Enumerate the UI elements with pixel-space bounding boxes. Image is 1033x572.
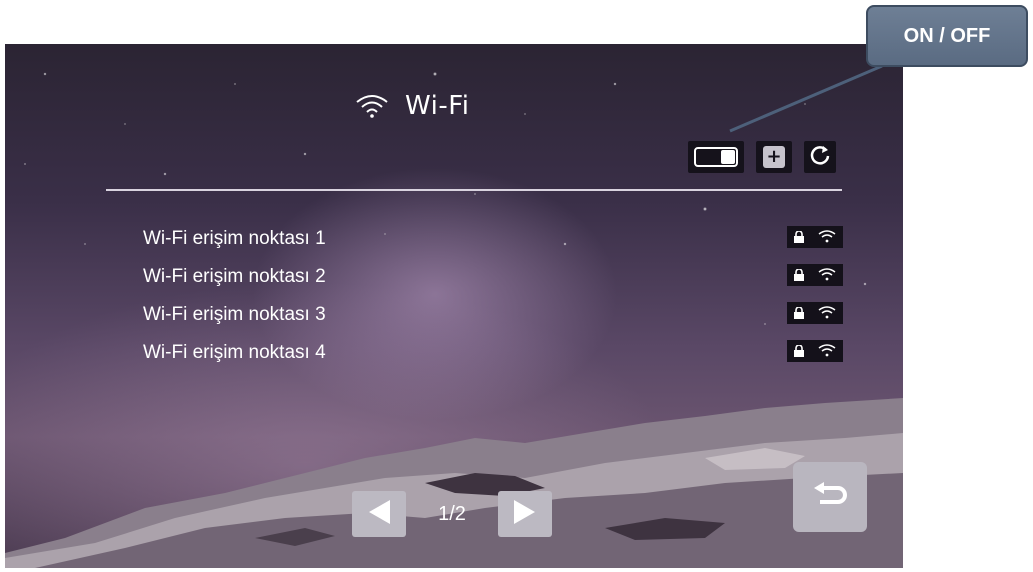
page-title: Wi-Fi (405, 91, 470, 121)
access-point-status (787, 226, 843, 248)
access-point-status (787, 340, 843, 362)
header-divider (106, 189, 842, 191)
lock-icon (794, 228, 804, 247)
on-off-callout: ON / OFF (866, 5, 1028, 67)
access-point-name: Wi-Fi erişim noktası 1 (143, 228, 326, 249)
mountain-landscape (5, 398, 903, 568)
add-network-button[interactable]: + (756, 141, 792, 173)
access-point-row[interactable]: Wi-Fi erişim noktası 2 (143, 258, 843, 296)
access-point-list: Wi-Fi erişim noktası 1 Wi-Fi erişim nokt… (143, 220, 843, 372)
device-screen: Wi-Fi + Wi-Fi erişim noktası 1 Wi-Fi eri… (5, 44, 903, 568)
wifi-controls: + (688, 141, 836, 173)
lock-icon (794, 304, 804, 323)
previous-page-button[interactable] (352, 491, 406, 537)
access-point-status (787, 264, 843, 286)
arrow-left-icon (366, 498, 392, 530)
access-point-row[interactable]: Wi-Fi erişim noktası 1 (143, 220, 843, 258)
refresh-button[interactable] (804, 141, 836, 173)
wifi-signal-icon (818, 228, 836, 247)
pagination: 1/2 (352, 491, 552, 537)
toggle-switch (694, 147, 738, 167)
access-point-status (787, 302, 843, 324)
wifi-icon (355, 92, 389, 120)
wifi-signal-icon (818, 342, 836, 361)
return-arrow-icon (812, 482, 848, 512)
wifi-toggle[interactable] (688, 141, 744, 173)
access-point-row[interactable]: Wi-Fi erişim noktası 3 (143, 296, 843, 334)
callout-label: ON / OFF (903, 24, 991, 47)
arrow-right-icon (512, 498, 538, 530)
next-page-button[interactable] (498, 491, 552, 537)
wifi-signal-icon (818, 304, 836, 323)
access-point-name: Wi-Fi erişim noktası 3 (143, 304, 326, 325)
refresh-icon (809, 144, 831, 170)
lock-icon (794, 266, 804, 285)
access-point-row[interactable]: Wi-Fi erişim noktası 4 (143, 334, 843, 372)
lock-icon (794, 342, 804, 361)
access-point-name: Wi-Fi erişim noktası 2 (143, 266, 326, 287)
page-indicator: 1/2 (438, 502, 466, 525)
wifi-signal-icon (818, 266, 836, 285)
wifi-header: Wi-Fi (355, 88, 470, 124)
back-button[interactable] (793, 462, 867, 532)
access-point-name: Wi-Fi erişim noktası 4 (143, 342, 326, 363)
plus-icon: + (763, 146, 785, 168)
